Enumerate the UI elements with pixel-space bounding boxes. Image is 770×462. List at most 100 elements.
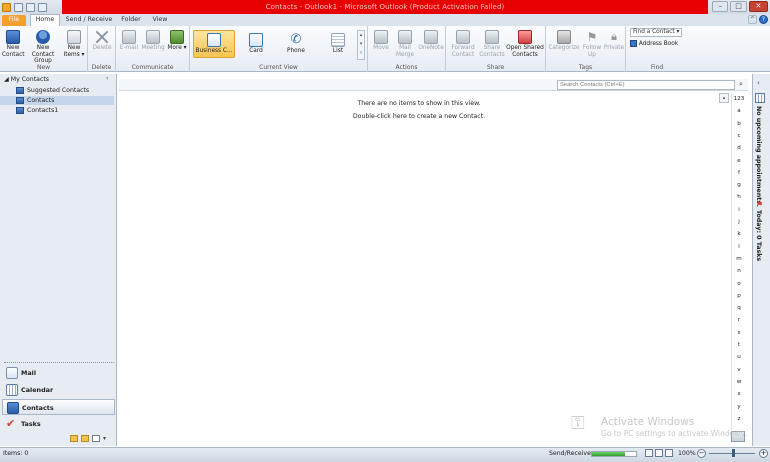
close-button[interactable]: ✕ <box>748 1 768 12</box>
nav-mail-button[interactable]: Mail <box>2 365 115 381</box>
alphabet-index-q[interactable]: q <box>732 305 746 311</box>
undo-icon[interactable] <box>26 2 35 12</box>
today-tasks-text[interactable]: Today: 0 Tasks <box>755 210 762 261</box>
contacts-icon <box>7 402 19 414</box>
private-button[interactable]: 🔒︎ Private <box>603 30 625 52</box>
alphabet-index-o[interactable]: o <box>732 281 746 287</box>
card-view[interactable]: Card <box>242 33 270 55</box>
nav-tasks-button[interactable]: ✔ Tasks <box>2 416 115 432</box>
alphabet-index-j[interactable]: j <box>732 219 746 225</box>
search-contacts-input[interactable] <box>557 80 735 90</box>
folder-contacts1[interactable]: Contacts1 <box>14 106 58 115</box>
new-contact-button[interactable]: New Contact <box>2 30 25 58</box>
collapse-nav-icon[interactable]: ‹ <box>106 75 108 82</box>
open-shared-contacts-button[interactable]: Open Shared Contacts <box>506 30 544 58</box>
zoom-out-icon[interactable]: − <box>697 449 706 458</box>
alphabet-index-d[interactable]: d <box>732 145 746 151</box>
delete-button[interactable]: Delete <box>90 30 114 52</box>
notes-icon[interactable] <box>70 435 78 442</box>
alphabet-index-n[interactable]: n <box>732 268 746 274</box>
compact-view-icon[interactable] <box>665 449 673 457</box>
expand-todo-bar-icon[interactable]: ‹ <box>757 79 760 87</box>
send-receive-qat-icon[interactable] <box>14 2 23 12</box>
send-receive-status[interactable]: Send/Receive <box>549 450 591 457</box>
nav-contacts-button[interactable]: Contacts <box>2 399 115 415</box>
forward-contact-button[interactable]: Forward Contact <box>448 30 478 58</box>
view-gallery-scroller[interactable]: ▴ ▾ ▿ <box>357 30 365 60</box>
zoom-level[interactable]: 100% <box>678 450 696 457</box>
address-book-button[interactable]: Address Book <box>630 40 686 48</box>
minimize-button[interactable]: – <box>712 1 729 12</box>
alphabet-index-a[interactable]: a <box>732 108 746 114</box>
meeting-button[interactable]: Meeting <box>141 30 165 52</box>
alphabet-index-v[interactable]: v <box>732 367 746 373</box>
search-icon[interactable]: ⌕ <box>736 80 746 90</box>
help-icon[interactable]: ? <box>759 15 768 24</box>
mail-merge-button[interactable]: Mail Merge <box>393 30 417 58</box>
alphabet-index-i[interactable]: i <box>732 207 746 213</box>
contacts-view-area[interactable] <box>119 91 731 445</box>
alphabet-index-p[interactable]: p <box>732 293 746 299</box>
scroll-up-icon[interactable]: ▴ <box>719 93 729 103</box>
alphabet-index-x[interactable]: x <box>732 391 746 397</box>
tab-home[interactable]: Home <box>30 14 60 26</box>
customize-qat-icon[interactable] <box>38 2 47 12</box>
alphabet-index-c[interactable]: c <box>732 133 746 139</box>
folder-list-icon[interactable] <box>81 435 89 442</box>
categorize-button[interactable]: Categorize <box>548 30 580 52</box>
zoom-in-icon[interactable]: + <box>759 449 768 458</box>
phone-view[interactable]: ✆ Phone <box>282 33 310 55</box>
onenote-button[interactable]: OneNote <box>418 30 444 52</box>
zoom-slider-thumb[interactable] <box>732 449 735 457</box>
alphabet-index-y[interactable]: y <box>732 404 746 410</box>
folder-suggested-contacts[interactable]: Suggested Contacts <box>14 86 89 95</box>
alphabet-index-123[interactable]: 123 <box>732 96 746 102</box>
maximize-button[interactable]: □ <box>730 1 747 12</box>
follow-up-button[interactable]: ⚑ Follow Up <box>581 30 603 58</box>
alphabet-index-s[interactable]: s <box>732 330 746 336</box>
my-contacts-header[interactable]: ◢ My Contacts <box>4 76 49 83</box>
tasks-check-icon: ✔ <box>6 417 16 430</box>
email-button[interactable]: E-mail <box>118 30 140 52</box>
alphabet-index-w[interactable]: w <box>732 379 746 385</box>
delete-x-icon <box>95 30 109 44</box>
shortcuts-icon[interactable] <box>92 435 100 442</box>
tab-view[interactable]: View <box>148 15 172 26</box>
alphabet-index-g[interactable]: g <box>732 182 746 188</box>
mail-icon <box>6 367 18 379</box>
outlook-app-icon[interactable] <box>2 2 11 12</box>
business-card-view[interactable]: Business C... <box>194 33 234 55</box>
find-contact-box[interactable]: Find a Contact ▾ <box>630 28 682 37</box>
create-contact-prompt[interactable]: Double-click here to create a new Contac… <box>119 113 719 120</box>
alphabet-index-t[interactable]: t <box>732 342 746 348</box>
list-view[interactable]: List <box>324 33 352 55</box>
new-contact-group-button[interactable]: New Contact Group <box>26 30 60 65</box>
reading-view-icon[interactable] <box>655 449 663 457</box>
tab-folder[interactable]: Folder <box>118 15 144 26</box>
share-contacts-button[interactable]: Share Contacts <box>479 30 505 58</box>
alphabet-index-m[interactable]: m <box>732 256 746 262</box>
move-button[interactable]: Move <box>370 30 392 52</box>
nav-splitter[interactable] <box>4 362 114 364</box>
normal-view-icon[interactable] <box>645 449 653 457</box>
minimize-ribbon-icon[interactable]: ^ <box>748 15 757 24</box>
upcoming-appointments-text[interactable]: No upcoming appointments. <box>755 106 762 206</box>
alphabet-index-u[interactable]: u <box>732 354 746 360</box>
alphabet-index-r[interactable]: r <box>732 317 746 323</box>
alphabet-index-b[interactable]: b <box>732 121 746 127</box>
new-items-button[interactable]: New Items ▾ <box>62 30 86 58</box>
folder-contacts[interactable]: Contacts <box>0 96 114 105</box>
alphabet-index-l[interactable]: l <box>732 244 746 250</box>
alphabet-index-z[interactable]: z <box>732 416 746 422</box>
alphabet-index-f[interactable]: f <box>732 170 746 176</box>
alphabet-index-e[interactable]: e <box>732 158 746 164</box>
ribbon-help-controls: ^ ? <box>748 15 768 24</box>
more-button[interactable]: More ▾ <box>166 30 188 52</box>
alphabet-index-k[interactable]: k <box>732 231 746 237</box>
alphabet-index-h[interactable]: h <box>732 194 746 200</box>
tab-send-receive[interactable]: Send / Receive <box>64 15 114 26</box>
lock-icon: 🔒︎ <box>611 30 617 43</box>
tab-file[interactable]: File <box>2 15 26 26</box>
nav-calendar-button[interactable]: Calendar <box>2 382 115 398</box>
configure-buttons-icon[interactable]: ▾ <box>103 435 106 442</box>
